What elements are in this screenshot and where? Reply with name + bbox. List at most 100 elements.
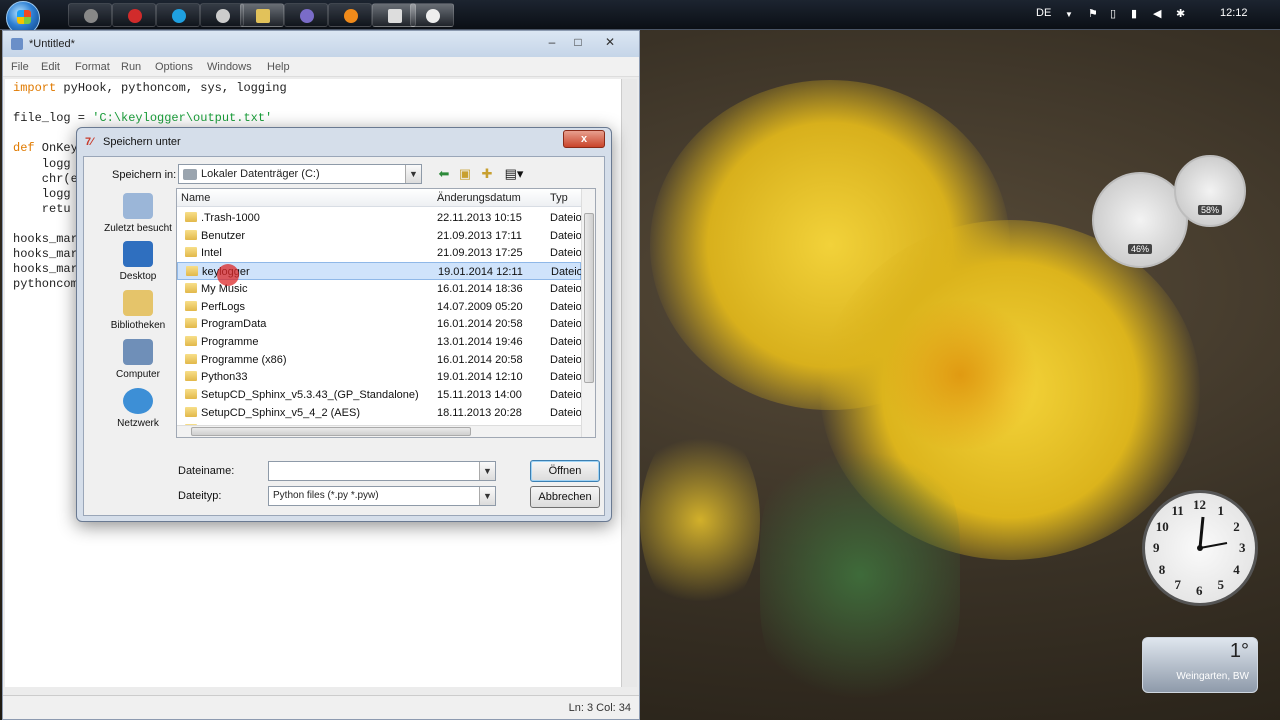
chevron-down-icon: ▼ (479, 462, 495, 480)
new-folder-icon[interactable]: ✚ (478, 165, 496, 183)
place-recent[interactable]: Zuletzt besucht (96, 193, 180, 241)
menu-file[interactable]: File (11, 61, 29, 73)
flag-icon[interactable]: ⚑ (1088, 7, 1098, 20)
file-row[interactable]: Programme 13.01.2014 19:46 Dateio (177, 333, 582, 351)
weather-city: Weingarten, BW (1176, 671, 1249, 682)
file-list-header: Name Änderungsdatum Typ (177, 189, 581, 207)
file-type: Dateio (550, 247, 582, 260)
folder-icon (185, 335, 197, 346)
place-libraries[interactable]: Bibliotheken (96, 290, 180, 338)
menu-windows[interactable]: Windows (207, 61, 252, 73)
folder-icon (185, 371, 197, 382)
taskbar-app-1[interactable] (68, 3, 112, 27)
place-desktop[interactable]: Desktop (96, 241, 180, 289)
file-row[interactable]: SetupCD_Sphinx_v5_4_2 (AES) 18.11.2013 20… (177, 404, 582, 422)
file-type: Dateio (550, 318, 582, 331)
taskbar-app-2[interactable] (112, 3, 156, 27)
file-row[interactable]: My Music 16.01.2014 18:36 Dateio (177, 280, 582, 298)
taskbar-app-explorer[interactable] (240, 3, 284, 27)
folder-icon (185, 406, 197, 417)
column-type[interactable]: Typ (550, 192, 568, 204)
filename-label: Dateiname: (178, 465, 235, 477)
taskbar-app-4[interactable] (200, 3, 244, 27)
cancel-button[interactable]: Abbrechen (530, 486, 600, 508)
file-type: Dateio (550, 389, 582, 401)
file-row[interactable]: Python33 19.01.2014 12:10 Dateio (177, 368, 582, 386)
menu-run[interactable]: Run (121, 61, 141, 73)
cursor-position: Ln: 3 Col: 34 (568, 702, 631, 714)
folder-icon (185, 212, 197, 222)
editor-title-bar[interactable]: *Untitled* – □ ✕ (3, 31, 639, 57)
chevron-down-icon: ▼ (479, 487, 495, 505)
clock-number: 1 (1217, 502, 1225, 518)
code-line: logg (13, 156, 71, 171)
menu-edit[interactable]: Edit (41, 61, 60, 73)
view-menu-icon[interactable]: ▤▾ (500, 165, 528, 183)
file-type: Dateio (551, 266, 583, 279)
file-list[interactable]: Name Änderungsdatum Typ .Trash-1000 22.11… (176, 188, 596, 438)
save-in-dropdown[interactable]: Lokaler Datenträger (C:) ▼ (178, 164, 422, 184)
file-date: 14.07.2009 05:20 (437, 300, 523, 313)
file-row[interactable]: .Trash-1000 22.11.2013 10:15 Dateio (177, 209, 582, 227)
scroll-thumb[interactable] (584, 213, 594, 383)
app-icon (216, 9, 230, 23)
place-network[interactable]: Netzwerk (96, 388, 180, 436)
file-type: Dateio (550, 229, 582, 242)
code-line: import pyHook, pythoncom, sys, logging (13, 81, 287, 95)
code-line: pythoncom (13, 277, 78, 292)
chevron-down-icon: ▼ (405, 165, 421, 183)
file-list-vscrollbar[interactable] (581, 189, 595, 437)
column-name[interactable]: Name (181, 192, 210, 204)
file-name: SetupCD_Sphinx_v5_4_2 (AES) (201, 406, 360, 419)
file-row[interactable]: ProgramData 16.01.2014 20:58 Dateio (177, 315, 582, 333)
tray-app-icon[interactable]: ✱ (1176, 7, 1185, 20)
file-type: Dateio (550, 282, 582, 295)
file-row[interactable]: SetupCD_Sphinx_v5.3.43_(GP_Standalone) 15… (177, 386, 582, 404)
scroll-thumb[interactable] (191, 427, 471, 436)
filename-input[interactable]: ▼ (268, 461, 496, 481)
file-row[interactable]: Programme (x86) 16.01.2014 20:58 Dateio (177, 351, 582, 369)
volume-icon[interactable]: ◀ (1153, 7, 1161, 20)
clock-number: 10 (1155, 518, 1169, 534)
clock-number: 11 (1171, 502, 1184, 518)
menu-options[interactable]: Options (155, 61, 193, 73)
idle-icon (11, 38, 23, 50)
language-dropdown-icon[interactable]: ▼ (1065, 10, 1073, 19)
editor-scrollbar[interactable] (621, 79, 637, 687)
file-row[interactable]: Intel 21.09.2013 17:25 Dateio (177, 244, 582, 262)
column-date[interactable]: Änderungsdatum (437, 192, 521, 204)
ram-value: 58% (1197, 205, 1223, 215)
open-button[interactable]: Öffnen (530, 460, 600, 482)
folder-icon (185, 300, 197, 311)
app-icon (128, 9, 142, 23)
minimize-button[interactable]: – (539, 33, 565, 51)
up-folder-icon[interactable]: ▣ (456, 165, 474, 183)
file-date: 15.11.2013 14:00 (437, 389, 522, 401)
taskbar-app-6[interactable] (284, 3, 328, 27)
filetype-dropdown[interactable]: Python files (*.py *.pyw) ▼ (268, 486, 496, 506)
weather-gadget[interactable]: 1° Weingarten, BW (1142, 637, 1258, 693)
close-button[interactable]: ✕ (597, 33, 623, 51)
network-icon[interactable]: ▮ (1131, 7, 1137, 20)
place-label: Netzwerk (117, 418, 159, 429)
file-list-hscrollbar[interactable] (177, 425, 581, 437)
taskbar-app-python[interactable] (410, 3, 454, 27)
place-computer[interactable]: Computer (96, 339, 180, 387)
menu-help[interactable]: Help (267, 61, 290, 73)
filetype-label: Dateityp: (178, 490, 222, 502)
back-icon[interactable]: ⬅ (435, 165, 453, 183)
file-row[interactable]: Benutzer 21.09.2013 17:11 Dateio (177, 227, 582, 245)
taskbar-clock[interactable]: 12:12 (1220, 7, 1248, 19)
maximize-button[interactable]: □ (565, 33, 591, 51)
clock-gadget[interactable]: 12 1 2 3 4 5 6 7 8 9 10 11 (1142, 490, 1258, 606)
language-indicator[interactable]: DE (1036, 7, 1051, 19)
ram-meter-gadget[interactable]: 58% (1174, 155, 1246, 227)
file-row[interactable]: PerfLogs 14.07.2009 05:20 Dateio (177, 298, 582, 316)
battery-icon[interactable]: ▯ (1110, 7, 1116, 20)
taskbar-app-skype[interactable] (156, 3, 200, 27)
dialog-close-button[interactable]: x (563, 130, 605, 148)
menu-format[interactable]: Format (75, 61, 110, 73)
folder-icon (185, 282, 197, 293)
taskbar-app-7[interactable] (328, 3, 372, 27)
python-icon (426, 9, 440, 23)
